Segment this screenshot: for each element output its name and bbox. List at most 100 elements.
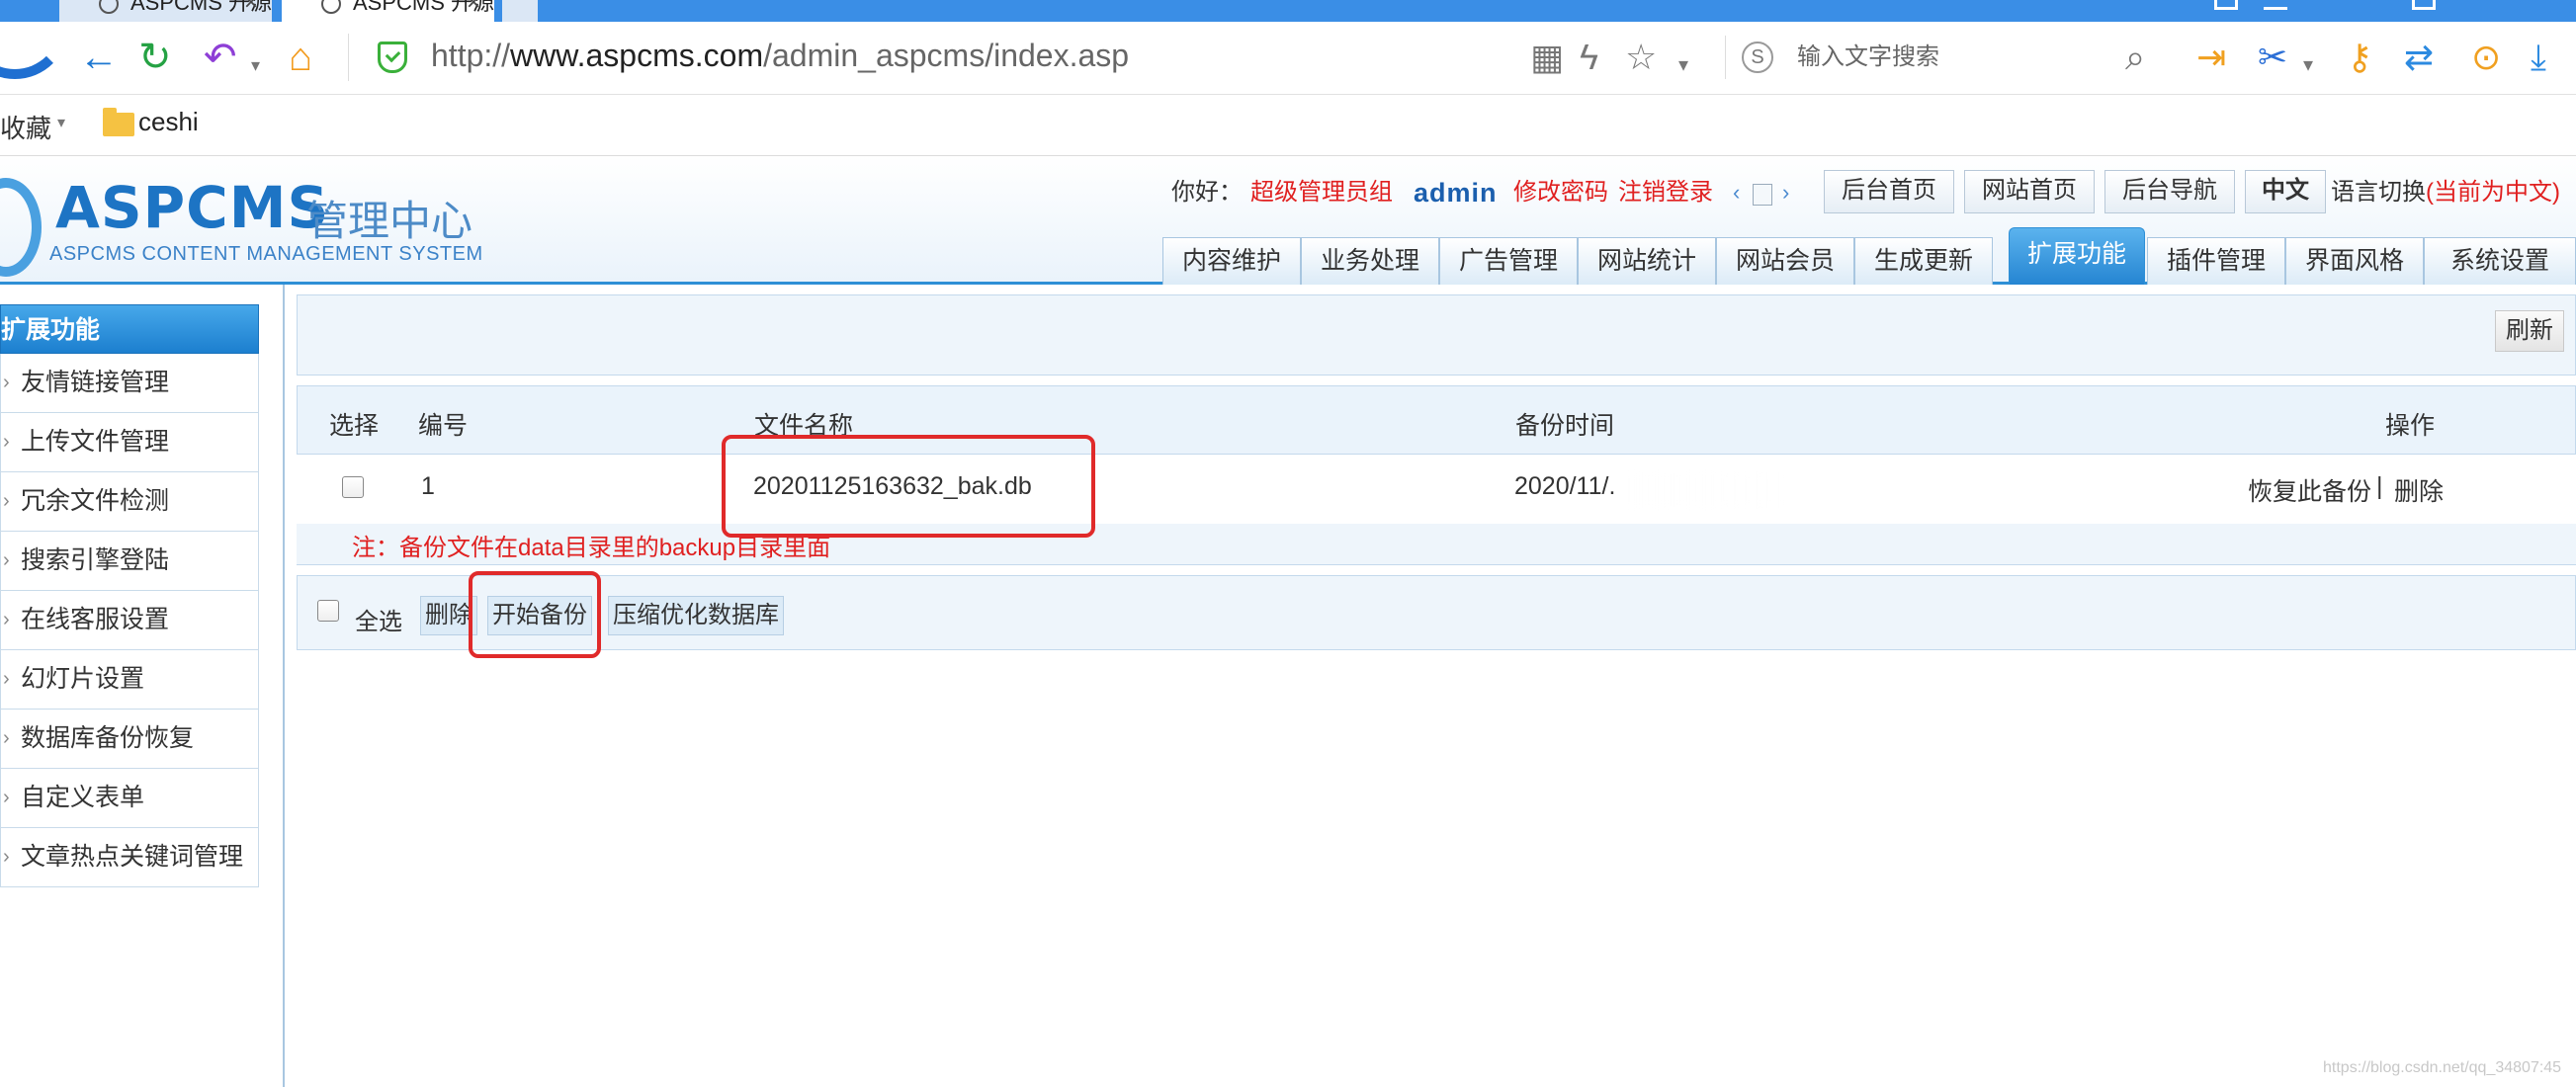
browser-tab-1[interactable]: ASPCMS 开源网站管理 × (59, 0, 272, 22)
sidebar-item-friend-links[interactable]: 友情链接管理 (0, 354, 259, 413)
refresh-button[interactable]: 刷新 (2495, 310, 2564, 352)
menu-plugins[interactable]: 插件管理 (2147, 237, 2285, 285)
sidebar-title: 扩展功能 (0, 304, 259, 354)
watermark: https://blog.csdn.net/qq_34807:45 (2323, 1059, 2562, 1076)
browser-search-input[interactable] (1797, 40, 2104, 75)
content-toolbar (297, 294, 2576, 376)
maximize-icon[interactable] (2412, 0, 2436, 10)
menu-members[interactable]: 网站会员 (1716, 237, 1854, 285)
scissors-dropdown-icon[interactable]: ▾ (2303, 45, 2313, 85)
close-tab-icon[interactable]: × (244, 0, 258, 16)
menu-generate[interactable]: 生成更新 (1854, 237, 1993, 285)
sidebar-item-search-engine[interactable]: 搜索引擎登陆 (0, 532, 259, 591)
menu-themes[interactable]: 界面风格 (2285, 237, 2424, 285)
sidebar: 扩展功能 友情链接管理 上传文件管理 冗余文件检测 搜索引擎登陆 在线客服设置 … (0, 285, 285, 1087)
logout-link[interactable]: 注销登录 (1618, 176, 1713, 209)
close-tab-icon[interactable]: × (467, 0, 480, 16)
browser-tab-bar: ASPCMS 开源网站管理 × ASPCMS 开源网站管理 × (0, 0, 2576, 22)
translate-icon[interactable]: ⇄ (2404, 38, 2434, 77)
lightning-icon[interactable]: ϟ (1580, 38, 1598, 77)
url-host: www.aspcms.com (510, 38, 764, 73)
table-row: 1 20201125163632_bak.db 2020/11/. 恢复此备份 … (297, 455, 2576, 524)
restore-backup-link[interactable]: 恢复此备份 (2248, 472, 2371, 508)
search-engine-icon[interactable]: S (1742, 42, 1773, 73)
security-shield-icon (378, 42, 407, 73)
qr-code-icon[interactable]: ▦ (1530, 38, 1564, 77)
url-path: /admin_aspcms/index.asp (763, 38, 1130, 73)
compact-database-button[interactable]: 压缩优化数据库 (608, 596, 784, 635)
back-arrow-icon[interactable]: ← (79, 36, 119, 79)
bookmark-folder-ceshi[interactable]: ceshi (138, 107, 199, 137)
reload-icon[interactable]: ↻ (138, 36, 172, 79)
username: admin (1414, 178, 1498, 208)
favorites-menu[interactable]: 收藏 (0, 109, 51, 145)
redacted-area (1631, 472, 1789, 508)
undo-icon[interactable]: ↶ (204, 36, 237, 79)
admin-home-button[interactable]: 后台首页 (1824, 170, 1954, 213)
menu-business[interactable]: 业务处理 (1301, 237, 1439, 285)
scroll-left-icon[interactable]: ‹ (1733, 176, 1740, 209)
key-icon[interactable]: ⚷ (2347, 38, 2372, 77)
col-number: 编号 (418, 412, 469, 440)
panel-toggle-icon[interactable] (1753, 184, 1772, 206)
admin-nav-button[interactable]: 后台导航 (2104, 170, 2235, 213)
scroll-right-icon[interactable]: › (1782, 176, 1789, 209)
select-all-checkbox[interactable] (317, 600, 339, 622)
col-select: 选择 (329, 412, 380, 440)
bookmarks-bar: 收藏 ▾ ceshi (0, 95, 2576, 156)
sidebar-item-db-backup[interactable]: 数据库备份恢复 (0, 710, 259, 769)
user-role: 超级管理员组 (1250, 179, 1393, 206)
favorites-dropdown-icon[interactable]: ▾ (57, 113, 65, 132)
backup-location-note: 注：备份文件在data目录里的backup目录里面 (352, 535, 831, 561)
sidebar-item-online-support[interactable]: 在线客服设置 (0, 591, 259, 650)
change-password-link[interactable]: 修改密码 (1513, 176, 1608, 209)
undo-dropdown-icon[interactable]: ▾ (251, 43, 260, 87)
language-switch-label: 语言切换 (2331, 179, 2426, 206)
row-operation-separator: | (2376, 472, 2383, 500)
sidebar-item-upload-files[interactable]: 上传文件管理 (0, 413, 259, 472)
sidebar-item-custom-form[interactable]: 自定义表单 (0, 769, 259, 828)
home-icon[interactable]: ⌂ (289, 36, 312, 79)
select-all-label: 全选 (355, 609, 402, 635)
search-icon[interactable]: ⌕ (2125, 38, 2145, 77)
delete-row-link[interactable]: 删除 (2394, 472, 2444, 508)
nav-divider (348, 34, 349, 81)
menu-statistics[interactable]: 网站统计 (1578, 237, 1716, 285)
minimize-icon[interactable] (2264, 0, 2287, 10)
col-filename: 文件名称 (754, 412, 854, 440)
scissors-icon[interactable]: ✂ (2258, 38, 2287, 77)
delete-selected-button[interactable]: 删除 (420, 596, 477, 635)
new-tab-button[interactable] (502, 0, 538, 22)
language-switch: 语言切换(当前为中文) (2331, 176, 2560, 209)
star-bookmark-icon[interactable]: ☆ (1625, 38, 1657, 77)
cms-brand-subtitle: ASPCMS CONTENT MANAGEMENT SYSTEM (49, 243, 483, 265)
search-divider (1725, 36, 1726, 79)
sidebar-item-hot-keywords[interactable]: 文章热点关键词管理 (0, 828, 259, 887)
site-favicon-icon (99, 0, 119, 14)
backup-table-header: 选择 编号 文件名称 备份时间 操作 (297, 385, 2576, 455)
sidebar-item-redundant-files[interactable]: 冗余文件检测 (0, 472, 259, 532)
address-bar[interactable]: http://www.aspcms.com/admin_aspcms/index… (431, 38, 1129, 74)
menu-extensions-active[interactable]: 扩展功能 (2009, 227, 2145, 285)
window-menu-icon[interactable] (2214, 0, 2238, 10)
site-favicon-icon (321, 0, 341, 14)
site-home-button[interactable]: 网站首页 (1964, 170, 2095, 213)
row-checkbox[interactable] (342, 476, 364, 498)
cms-brand: ASPCMS (55, 174, 330, 241)
menu-system-settings[interactable]: 系统设置 (2424, 237, 2576, 285)
login-icon[interactable]: ⇥ (2196, 38, 2226, 77)
menu-ads[interactable]: 广告管理 (1439, 237, 1578, 285)
browser-tab-2-active[interactable]: ASPCMS 开源网站管理 × (282, 0, 494, 22)
start-backup-button[interactable]: 开始备份 (487, 596, 592, 635)
greeting: 你好： (1171, 179, 1243, 206)
note-row: 注：备份文件在data目录里的backup目录里面 (297, 524, 2576, 565)
more-options-icon[interactable]: ⊙ (2471, 38, 2501, 77)
browser-nav-bar: ← ↻ ↶ ▾ ⌂ http://www.aspcms.com/admin_as… (0, 22, 2576, 95)
bookmark-dropdown-icon[interactable]: ▾ (1678, 45, 1688, 85)
row-backup-time: 2020/11/. (1514, 472, 1616, 500)
download-icon[interactable]: ⤓ (2531, 38, 2546, 77)
menu-content-maintenance[interactable]: 内容维护 (1162, 237, 1301, 285)
language-chinese-button[interactable]: 中文 (2245, 170, 2326, 213)
cms-header: ASPCMS 管理中心 ASPCMS CONTENT MANAGEMENT SY… (0, 156, 2576, 285)
sidebar-item-slideshow[interactable]: 幻灯片设置 (0, 650, 259, 710)
